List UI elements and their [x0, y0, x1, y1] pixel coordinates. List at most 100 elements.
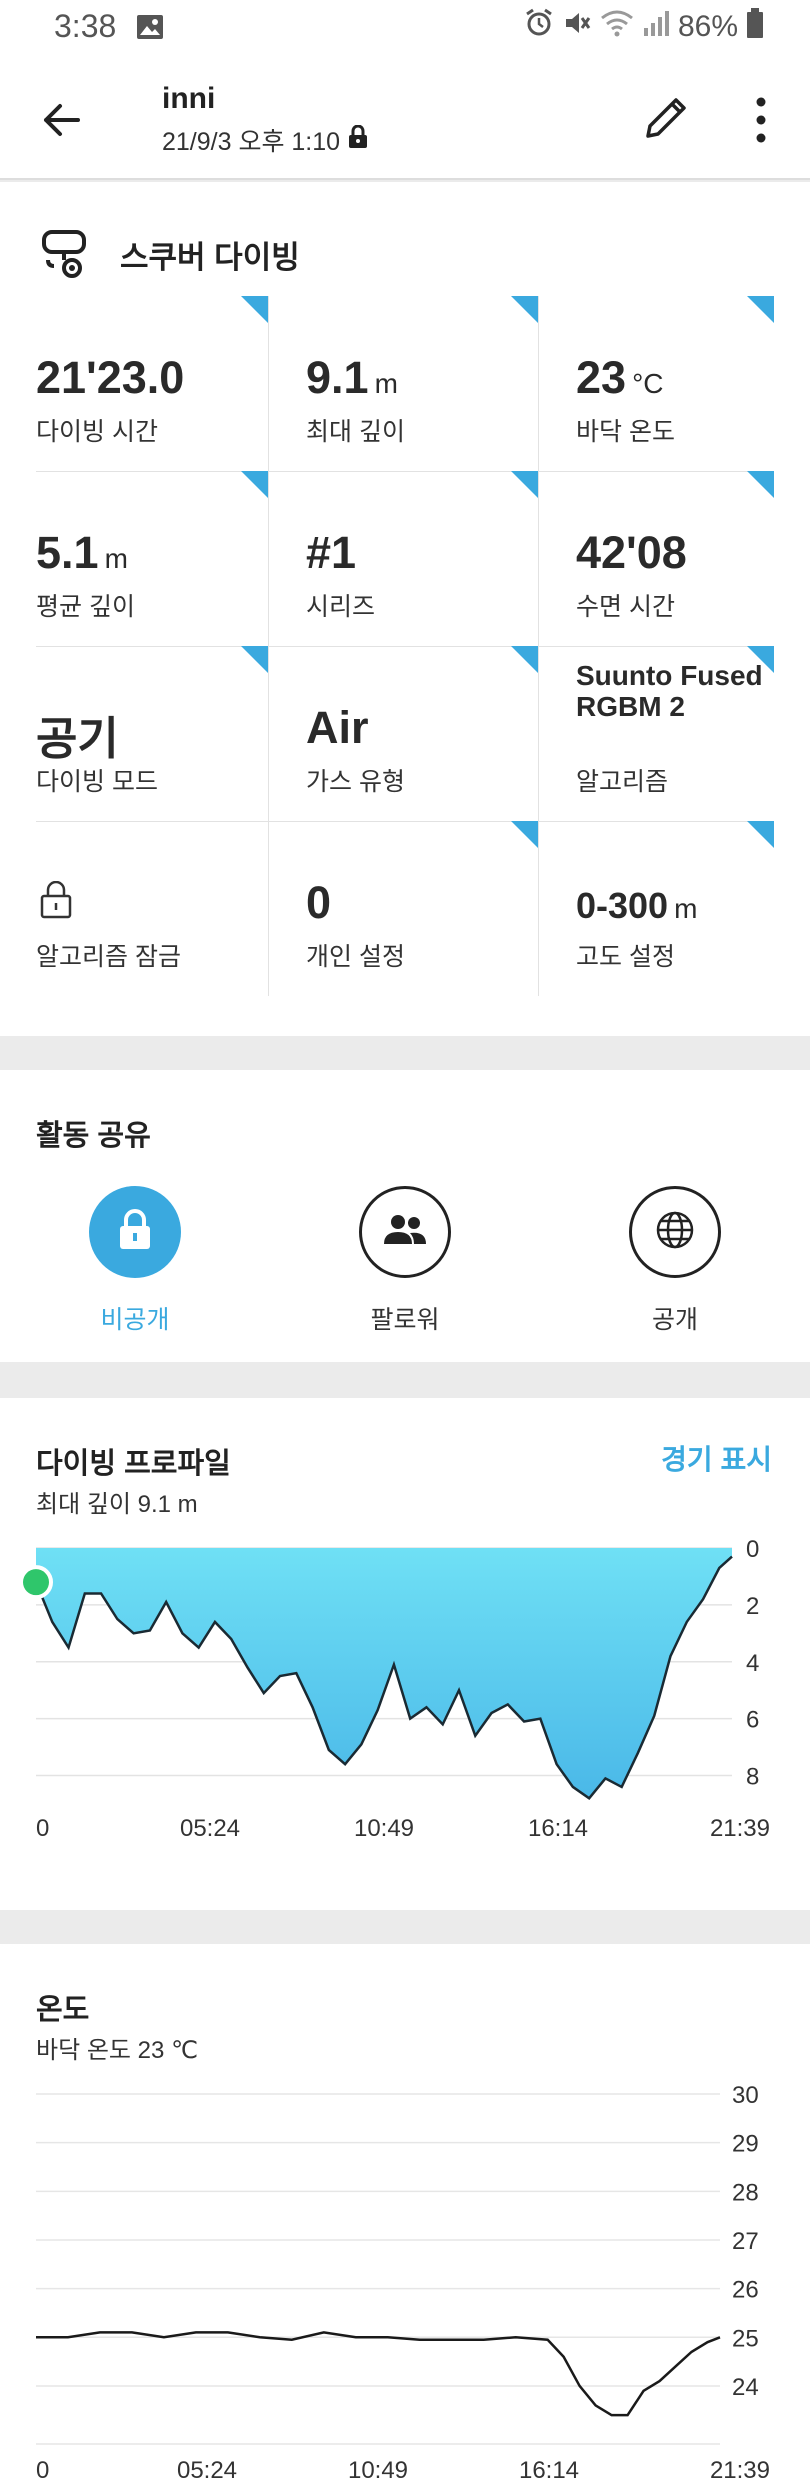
back-arrow-icon[interactable] — [38, 96, 86, 144]
expand-corner — [511, 821, 538, 848]
stat-bottom-temp[interactable]: 23 °C 바닥 온도 — [576, 296, 774, 471]
stat-unit: m — [104, 543, 128, 574]
stat-personal-setting[interactable]: 0 개인 설정 — [306, 821, 538, 996]
x-tick-label: 21:39 — [710, 2457, 770, 2484]
stat-label: 최대 깊이 — [306, 418, 405, 446]
expand-corner — [241, 296, 268, 323]
alarm-icon — [524, 8, 554, 46]
show-race-link[interactable]: 경기 표시 — [661, 1438, 772, 1478]
stat-altitude-setting[interactable]: 0-300 m 고도 설정 — [576, 821, 774, 996]
stat-dive-time[interactable]: 21'23.0 다이빙 시간 — [36, 296, 268, 471]
activity-name: 스쿠버 다이빙 — [120, 240, 300, 275]
edit-pencil-icon[interactable] — [638, 90, 694, 146]
lock-icon — [117, 1208, 153, 1256]
start-point[interactable] — [19, 1565, 53, 1600]
stat-label: 개인 설정 — [306, 943, 405, 971]
stat-surface-time[interactable]: 42'08 수면 시간 — [576, 471, 774, 646]
wifi-icon — [600, 9, 634, 45]
depth-chart: 0 2 4 6 8 0 05:24 10:49 16:14 21:39 — [19, 1538, 770, 1838]
stat-label: 가스 유형 — [306, 768, 405, 796]
y-tick-label: 2 — [746, 1593, 759, 1620]
status-bar: 3:38 86% — [0, 0, 810, 56]
share-private-option[interactable]: 비공개 — [35, 1186, 235, 1336]
share-option-label: 공개 — [651, 1306, 698, 1334]
x-tick-label: 0 — [36, 1815, 49, 1838]
y-tick-label: 27 — [732, 2228, 759, 2255]
expand-corner — [747, 296, 774, 323]
x-tick-label: 0 — [36, 2457, 49, 2484]
expand-corner — [747, 821, 774, 848]
scuba-icon — [40, 224, 92, 285]
x-tick-label: 10:49 — [354, 1815, 414, 1838]
stat-label: 다이빙 시간 — [36, 418, 158, 446]
stat-unit: m — [374, 368, 398, 399]
image-notification-icon — [136, 14, 164, 45]
globe-icon — [653, 1208, 697, 1257]
share-public-option[interactable]: 공개 — [575, 1186, 775, 1336]
temperature-subtitle: 바닥 온도 23 ℃ — [36, 2037, 198, 2064]
stat-label: 수면 시간 — [576, 593, 675, 621]
stat-value: 0 — [306, 877, 332, 928]
stat-avg-depth[interactable]: 5.1 m 평균 깊이 — [36, 471, 268, 646]
stat-gas-type[interactable]: Air 가스 유형 — [306, 646, 538, 821]
stat-label: 다이빙 모드 — [36, 768, 158, 796]
lock-icon — [40, 880, 72, 924]
stat-value: 42'08 — [576, 527, 687, 578]
stat-value: 0-300 — [576, 885, 669, 926]
expand-corner — [511, 646, 538, 673]
profile-subtitle: 최대 깊이 9.1 m — [36, 1491, 198, 1518]
stat-label: 시리즈 — [306, 593, 376, 621]
expand-corner — [241, 646, 268, 673]
dive-profile-card: 다이빙 프로파일 경기 표시 최대 깊이 9.1 m 0 2 4 6 8 0 05:24 10… — [0, 1398, 810, 1910]
private-circle — [89, 1186, 181, 1278]
date-text: 21/9/3 오후 1:10 — [162, 128, 341, 156]
stat-algorithm-lock[interactable]: 알고리즘 잠금 — [36, 821, 268, 996]
y-tick-label: 30 — [732, 2084, 759, 2109]
stat-value: 공기 — [36, 713, 119, 764]
mute-icon — [562, 8, 592, 46]
y-tick-label: 8 — [746, 1764, 759, 1791]
more-options-icon[interactable] — [746, 92, 776, 148]
y-tick-label: 24 — [732, 2374, 759, 2401]
stat-algorithm[interactable]: Suunto Fused RGBM 2 알고리즘 — [576, 646, 774, 821]
expand-corner — [511, 471, 538, 498]
x-tick-label: 16:14 — [519, 2457, 579, 2484]
page-subtitle: 21/9/3 오후 1:10 — [162, 122, 368, 158]
x-tick-label: 16:14 — [528, 1815, 588, 1838]
status-icons: 86% — [524, 8, 764, 46]
lock-icon — [348, 124, 368, 156]
battery-percent: 86% — [677, 10, 738, 43]
stat-label: 고도 설정 — [576, 943, 675, 971]
stat-dive-mode[interactable]: 공기 다이빙 모드 — [36, 646, 268, 821]
stat-value: 5.1 — [36, 527, 99, 578]
y-tick-label: 29 — [732, 2131, 759, 2158]
stat-max-depth[interactable]: 9.1 m 최대 깊이 — [306, 296, 538, 471]
x-tick-label: 10:49 — [348, 2457, 408, 2484]
stat-series[interactable]: #1 시리즈 — [306, 471, 538, 646]
share-followers-option[interactable]: 팔로워 — [305, 1186, 505, 1336]
status-time: 3:38 — [54, 8, 117, 44]
y-tick-label: 4 — [746, 1650, 759, 1677]
stat-value: Suunto Fused RGBM 2 — [576, 660, 763, 722]
x-tick-label: 05:24 — [177, 2457, 237, 2484]
share-card: 활동 공유 비공개 팔로워 공개 — [0, 1070, 810, 1362]
temperature-line — [36, 2331, 721, 2417]
stat-unit: °C — [632, 368, 664, 399]
stat-value: 9.1 — [306, 352, 369, 403]
depth-area — [36, 1548, 732, 1799]
stat-value: Air — [306, 702, 369, 753]
stat-label: 평균 깊이 — [36, 593, 135, 621]
y-tick-label: 0 — [746, 1538, 759, 1563]
y-tick-label: 25 — [732, 2325, 759, 2352]
page-title: inni — [162, 82, 216, 115]
profile-title: 다이빙 프로파일 — [36, 1448, 231, 1480]
followers-icon — [381, 1212, 429, 1253]
followers-circle — [359, 1186, 451, 1278]
stat-value: #1 — [306, 527, 357, 578]
share-option-label: 팔로워 — [370, 1306, 440, 1334]
stat-label: 알고리즘 잠금 — [36, 943, 181, 971]
battery-icon — [746, 8, 764, 46]
activity-header: 스쿠버 다이빙 — [40, 224, 300, 285]
y-tick-label: 6 — [746, 1707, 759, 1734]
x-tick-label: 21:39 — [710, 1815, 770, 1838]
